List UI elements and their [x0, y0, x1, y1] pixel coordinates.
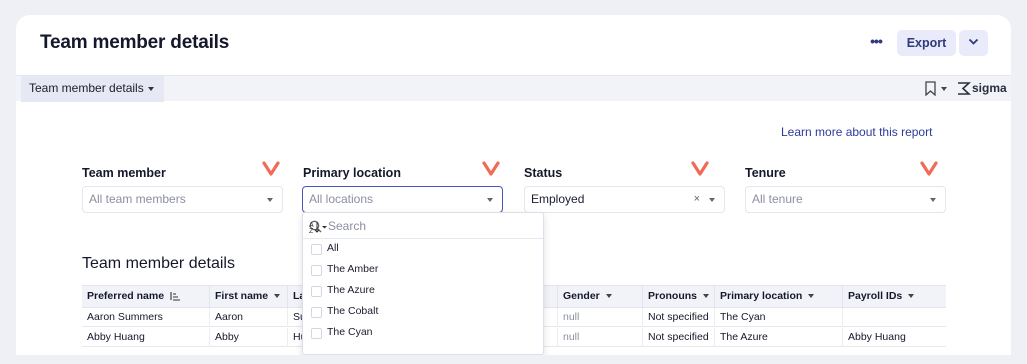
cell-first-name: Aaron — [210, 308, 288, 327]
tab-menu-caret-icon[interactable] — [148, 87, 154, 91]
filter-label-team-member: Team member — [82, 166, 166, 180]
dropdown-search[interactable]: Search AZ — [303, 213, 543, 239]
tab-label: Team member details — [29, 81, 144, 95]
chevron-down-icon — [808, 294, 815, 299]
tenure-select[interactable]: All tenure — [745, 186, 946, 213]
dropdown-option[interactable]: All — [303, 239, 543, 259]
chevron-down-icon — [930, 198, 936, 202]
column-header-payroll-ids[interactable]: Payroll IDs — [843, 286, 946, 308]
sort-az-icon[interactable]: AZ — [309, 220, 329, 234]
column-label: Gender — [563, 290, 600, 302]
brand-label: sigma — [972, 81, 1007, 95]
page-title: Team member details — [40, 32, 230, 53]
chevron-down-icon — [968, 38, 979, 45]
option-label: The Cyan — [327, 326, 373, 338]
chevron-down-icon — [605, 294, 612, 299]
more-options-button[interactable]: ••• — [862, 31, 890, 55]
filter-label-primary-location: Primary location — [303, 166, 401, 180]
annotation-chevron-icon — [691, 161, 709, 176]
option-label: The Amber — [327, 263, 379, 275]
bookmark-menu-caret-icon[interactable] — [941, 87, 947, 91]
primary-location-select-value: All locations — [309, 192, 374, 206]
chevron-down-icon — [908, 294, 915, 299]
team-member-select-value: All team members — [89, 192, 186, 206]
tab-team-member-details[interactable]: Team member details — [21, 76, 164, 102]
status-select[interactable]: Employed × — [524, 186, 725, 213]
option-checkbox[interactable] — [311, 286, 322, 297]
learn-more-link[interactable]: Learn more about this report — [781, 125, 932, 139]
filter-label-status: Status — [524, 166, 563, 180]
chevron-down-icon — [487, 198, 493, 202]
chevron-down-icon — [709, 198, 715, 202]
clear-icon[interactable]: × — [694, 187, 700, 212]
search-input[interactable]: Search — [328, 219, 366, 233]
annotation-chevron-icon — [482, 161, 500, 176]
primary-location-dropdown: Search AZ All The Amber The Azure The Co… — [302, 212, 544, 355]
column-label: Pronouns — [648, 290, 697, 302]
chevron-down-icon — [274, 294, 281, 299]
chevron-down-icon — [703, 294, 709, 299]
option-checkbox[interactable] — [311, 244, 322, 255]
option-label: The Azure — [327, 284, 375, 296]
column-header-gender[interactable]: Gender — [558, 286, 643, 308]
option-checkbox[interactable] — [311, 265, 322, 276]
cell-gender: null — [558, 328, 643, 347]
cell-preferred-name: Abby Huang — [82, 328, 210, 347]
cell-payroll-ids: Abby Huang — [848, 331, 906, 343]
dropdown-option[interactable]: The Amber — [303, 260, 543, 280]
cell-first-name: Abby — [210, 328, 288, 347]
export-button[interactable]: Export — [897, 30, 956, 56]
option-label: All — [327, 242, 339, 254]
annotation-chevron-icon — [262, 161, 280, 176]
column-header-preferred-name[interactable]: Preferred name — [82, 286, 210, 308]
option-checkbox[interactable] — [311, 328, 322, 339]
filter-label-tenure: Tenure — [745, 166, 786, 180]
column-label: Payroll IDs — [848, 290, 903, 302]
column-label: First name — [215, 290, 269, 302]
cell-pronouns: Not specified — [643, 308, 715, 327]
bookmark-icon[interactable] — [925, 81, 936, 96]
option-label: The Cobalt — [327, 305, 379, 317]
sigma-logo-icon — [958, 82, 971, 95]
primary-location-select[interactable]: All locations — [302, 186, 503, 213]
sort-icon[interactable] — [170, 291, 181, 301]
export-menu-button[interactable] — [959, 30, 988, 56]
dropdown-option[interactable]: The Cobalt — [303, 302, 543, 322]
dropdown-option[interactable]: The Cyan — [303, 323, 543, 343]
table-title: Team member details — [82, 255, 235, 272]
cell-primary-location: The Cyan — [715, 308, 843, 327]
annotation-chevron-icon — [920, 161, 938, 176]
cell-gender: null — [558, 308, 643, 327]
team-member-select[interactable]: All team members — [82, 186, 283, 213]
column-label: Primary location — [720, 290, 803, 302]
column-header-first-name[interactable]: First name — [210, 286, 288, 308]
chevron-down-icon — [267, 198, 273, 202]
option-checkbox[interactable] — [311, 307, 322, 318]
tenure-select-value: All tenure — [752, 192, 803, 206]
svg-text:Z: Z — [309, 228, 314, 234]
cell-primary-location: The Azure — [715, 328, 843, 347]
column-header-pronouns[interactable]: Pronouns — [643, 286, 715, 308]
column-label: Preferred name — [87, 290, 165, 302]
report-card: Team member details ••• Export Team memb… — [16, 15, 1011, 355]
status-select-value: Employed — [531, 192, 585, 206]
cell-preferred-name: Aaron Summers — [82, 308, 210, 327]
cell-pronouns: Not specified — [643, 328, 715, 347]
column-header-primary-location[interactable]: Primary location — [715, 286, 843, 308]
dropdown-option[interactable]: The Azure — [303, 281, 543, 301]
page-tab-bar: Team member details sigma — [16, 75, 1011, 102]
cell-payroll-ids — [843, 308, 946, 327]
